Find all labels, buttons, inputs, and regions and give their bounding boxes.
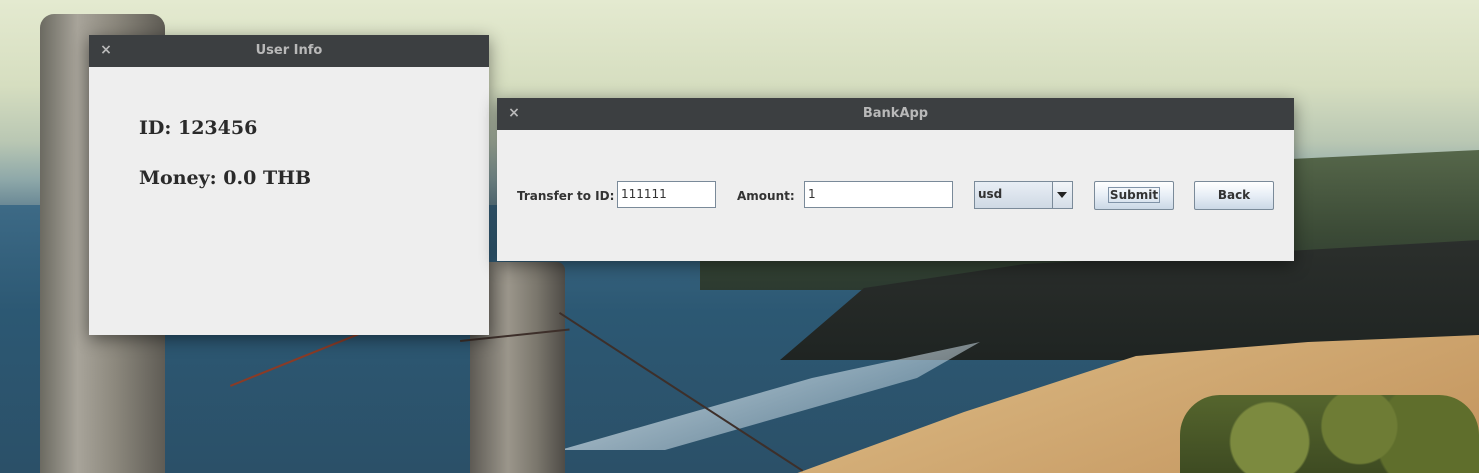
bankapp-body: Transfer to ID: 111111 Amount: 1 usd Sub… bbox=[497, 98, 1294, 261]
back-button[interactable]: Back bbox=[1194, 181, 1274, 210]
chevron-down-icon bbox=[1057, 192, 1067, 198]
transfer-to-id-input[interactable]: 111111 bbox=[617, 181, 716, 208]
wallpaper-shrub bbox=[1180, 395, 1479, 473]
money-balance-label: Money: 0.0 THB bbox=[139, 167, 312, 189]
user-id-label: ID: 123456 bbox=[139, 117, 258, 139]
submit-button-label: Submit bbox=[1107, 187, 1161, 203]
user-info-body: ID: 123456 Money: 0.0 THB bbox=[89, 67, 489, 335]
transfer-to-id-label: Transfer to ID: bbox=[517, 189, 615, 203]
currency-select[interactable]: usd bbox=[974, 181, 1073, 209]
window-title: User Info bbox=[255, 43, 323, 58]
submit-button[interactable]: Submit bbox=[1094, 181, 1174, 210]
currency-dropdown-button[interactable] bbox=[1052, 182, 1072, 208]
currency-selected-value: usd bbox=[978, 187, 1003, 201]
user-info-window: × User Info ID: 123456 Money: 0.0 THB bbox=[89, 35, 489, 335]
amount-input[interactable]: 1 bbox=[804, 181, 953, 208]
amount-label: Amount: bbox=[737, 189, 795, 203]
user-info-titlebar[interactable]: × User Info bbox=[89, 35, 489, 67]
bankapp-window: × BankApp Transfer to ID: 111111 Amount:… bbox=[497, 98, 1294, 261]
